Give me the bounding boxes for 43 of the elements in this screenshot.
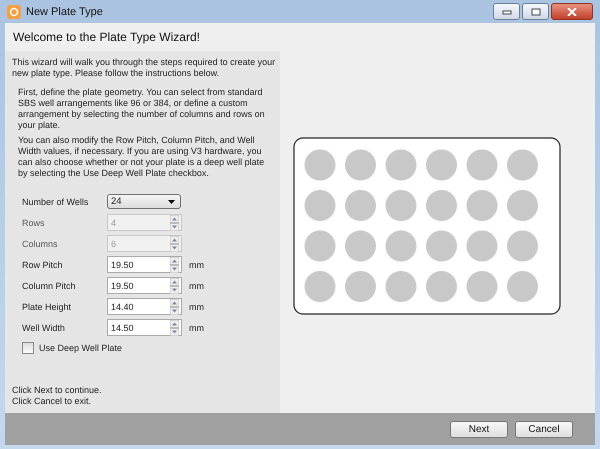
maximize-icon	[530, 8, 540, 16]
spin-buttons[interactable]	[170, 278, 179, 294]
field-label: Column Pitch	[22, 280, 77, 290]
minimize-icon	[502, 8, 512, 14]
checkbox[interactable]	[22, 342, 34, 354]
instruction-text: You can also modify the Row Pitch, Column Pitch, and Well Width values, if necessary. If you are using V3 hardware, you can also choose whether or not your plate is a deep well plate by selecting the Use Deep Well Plate checkbox.	[18, 135, 266, 179]
number-field[interactable]: 19.50	[107, 256, 182, 273]
spin-buttons[interactable]	[170, 256, 179, 272]
window-title: New Plate Type	[26, 6, 103, 18]
close-button[interactable]	[551, 3, 593, 20]
app-icon	[7, 4, 21, 18]
field-label: Well Width	[22, 322, 66, 332]
wells-dropdown[interactable]: 24	[107, 194, 181, 209]
unit-label: mm	[189, 260, 204, 270]
next-button[interactable]: Next	[450, 420, 508, 438]
field-label: Row Pitch	[22, 260, 64, 270]
number-field: 6	[107, 235, 182, 252]
spin-buttons[interactable]	[170, 320, 179, 336]
hint-text: Click Cancel to exit.	[12, 396, 92, 407]
unit-label: mm	[189, 322, 204, 332]
cancel-button[interactable]: Cancel	[515, 420, 573, 438]
number-field[interactable]: 14.50	[107, 319, 182, 336]
number-field[interactable]: 14.40	[107, 298, 182, 315]
spin-buttons	[170, 236, 179, 252]
close-icon	[567, 8, 577, 16]
field-label: Columns	[22, 238, 59, 248]
minimize-button[interactable]	[493, 3, 520, 20]
caret-icon	[168, 200, 175, 204]
field-label: Plate Height	[22, 302, 72, 312]
number-field: 4	[107, 214, 182, 231]
wizard-heading: Welcome to the Plate Type Wizard!	[12, 29, 201, 46]
instruction-text: First, define the plate geometry. You can select from standard SBS well arrangements like 96 or 384, or define a custom arrangement by selecting the number of columns and rows on your plate.	[18, 87, 266, 131]
number-field[interactable]: 19.50	[107, 277, 182, 294]
field-label: Rows	[22, 218, 46, 228]
checkbox-label: Use Deep Well Plate	[39, 343, 122, 353]
unit-label: mm	[189, 280, 204, 290]
field-label: Number of Wells	[22, 196, 90, 206]
intro-text: This wizard will walk you through the steps required to create your new plate type. Please follow the instructions below.	[12, 57, 276, 79]
unit-label: mm	[189, 302, 204, 312]
spin-buttons[interactable]	[170, 298, 179, 314]
maximize-button[interactable]	[522, 3, 549, 20]
hint-text: Click Next to continue.	[12, 385, 103, 396]
spin-buttons	[170, 214, 179, 230]
